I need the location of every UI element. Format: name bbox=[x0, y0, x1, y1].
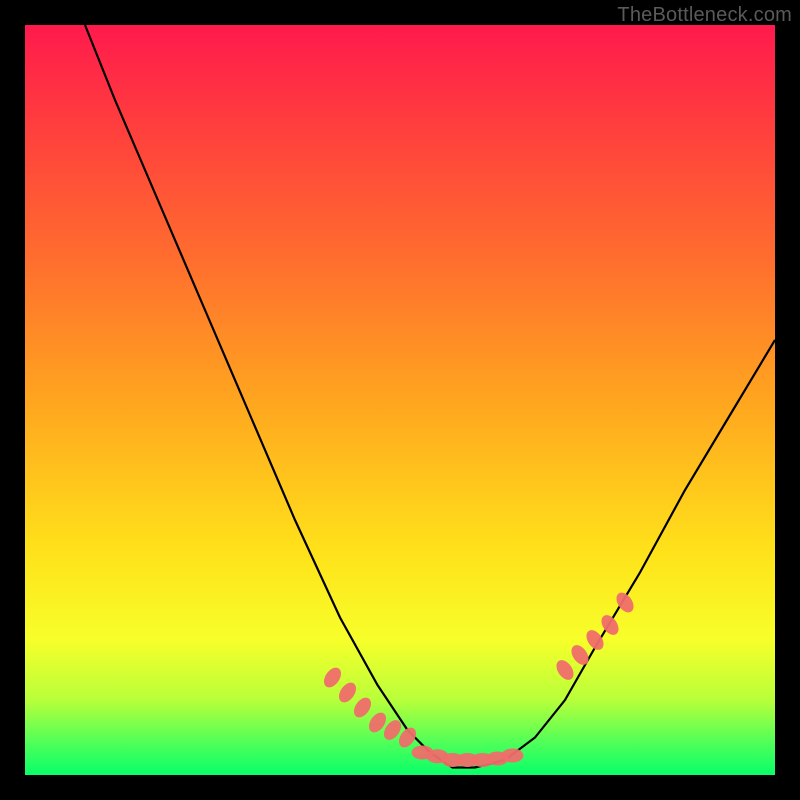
chart-frame: TheBottleneck.com bbox=[0, 0, 800, 800]
data-marker bbox=[412, 746, 434, 760]
data-marker bbox=[553, 657, 577, 683]
data-marker bbox=[365, 709, 389, 735]
data-marker bbox=[395, 724, 419, 750]
data-marker bbox=[427, 749, 449, 763]
data-marker bbox=[350, 694, 374, 720]
data-marker bbox=[457, 753, 479, 767]
data-marker bbox=[442, 753, 464, 767]
bottleneck-curve bbox=[85, 25, 775, 768]
data-marker bbox=[502, 749, 524, 763]
plot-area bbox=[25, 25, 775, 775]
data-marker bbox=[380, 717, 404, 743]
marker-layer bbox=[320, 589, 637, 767]
data-marker bbox=[320, 664, 344, 690]
curve-layer bbox=[25, 25, 775, 775]
data-marker bbox=[335, 679, 359, 705]
data-marker bbox=[598, 612, 622, 638]
data-marker bbox=[583, 627, 607, 653]
data-marker bbox=[472, 753, 494, 767]
data-marker bbox=[613, 589, 637, 615]
data-marker bbox=[487, 752, 509, 766]
watermark-text: TheBottleneck.com bbox=[617, 4, 792, 27]
data-marker bbox=[568, 642, 592, 668]
